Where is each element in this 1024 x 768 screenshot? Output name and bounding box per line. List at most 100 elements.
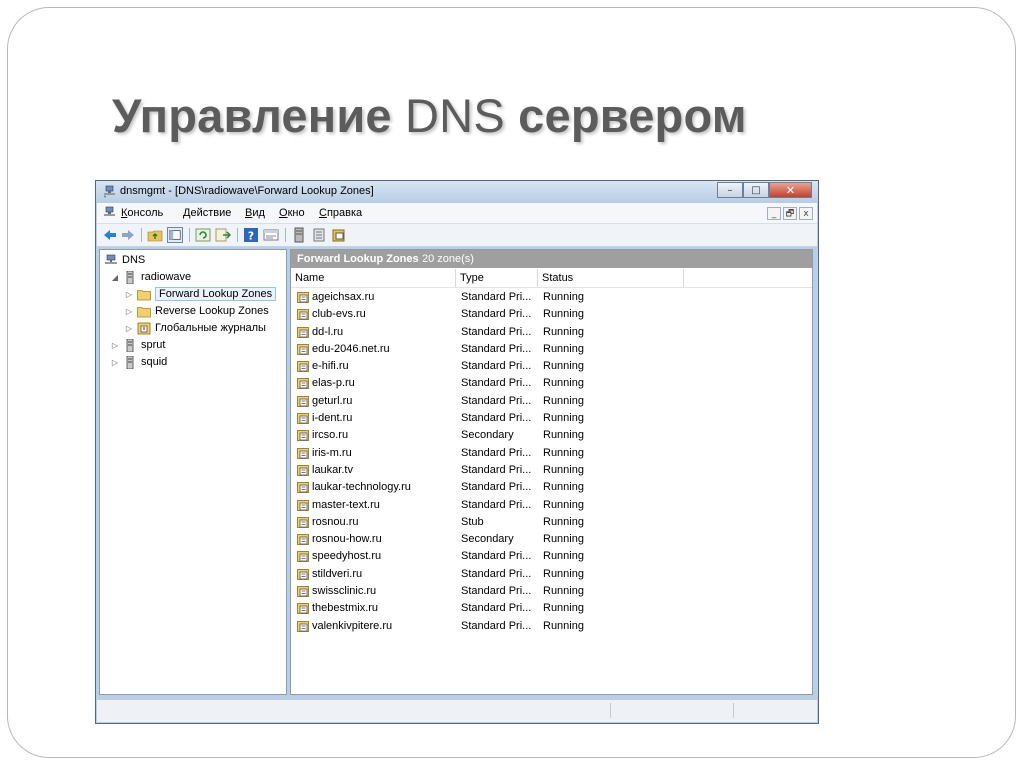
zone-row[interactable]: rosnou-how.ru Secondary Running — [291, 531, 812, 548]
column-header-type[interactable]: Type — [456, 269, 538, 287]
zone-status: Running — [543, 325, 584, 338]
zone-icon — [297, 465, 309, 476]
up-folder-icon[interactable] — [147, 227, 163, 243]
tree-node-reverse-lookup-zones[interactable]: ▷ Reverse Lookup Zones — [124, 303, 269, 319]
show-hide-tree-icon[interactable] — [167, 227, 183, 243]
export-list-icon[interactable] — [215, 227, 231, 243]
zone-type: Standard Pri... — [461, 463, 532, 476]
zone-row[interactable]: laukar.tv Standard Pri... Running — [291, 462, 812, 479]
status-segment — [733, 703, 734, 718]
zone-row[interactable]: ircso.ru Secondary Running — [291, 427, 812, 444]
zone-name: thebestmix.ru — [312, 602, 379, 615]
mmc-document-icon[interactable] — [103, 206, 116, 219]
expand-triangle-icon[interactable]: ▷ — [124, 290, 134, 299]
zone-icon — [297, 551, 309, 563]
zone-icon — [297, 343, 309, 355]
zone-name: i-dent.ru — [312, 412, 353, 425]
zone-name: edu-2046.net.ru — [312, 342, 390, 355]
mdi-minimize-button[interactable]: _ — [767, 207, 781, 220]
minimize-button[interactable]: – — [717, 182, 743, 198]
zone-type: Standard Pri... — [461, 360, 532, 373]
zone-row[interactable]: ageichsax.ru Standard Pri... Running — [291, 289, 812, 306]
mdi-close-button[interactable]: x — [799, 207, 813, 220]
zone-row[interactable]: iris-m.ru Standard Pri... Running — [291, 445, 812, 462]
zone-status: Running — [543, 481, 584, 494]
refresh-icon[interactable] — [195, 227, 211, 243]
zone-icon — [297, 516, 309, 528]
zone-type: Secondary — [461, 429, 514, 442]
zone-icon — [297, 292, 309, 303]
zone-name: speedyhost.ru — [312, 550, 382, 563]
tree-node-server-radiowave[interactable]: ◢ radiowave — [110, 269, 191, 285]
zone-row[interactable]: thebestmix.ru Standard Pri... Running — [291, 600, 812, 617]
tree-node-server-sprut[interactable]: ▷ sprut — [110, 337, 165, 353]
expand-triangle-icon[interactable]: ▷ — [110, 358, 120, 367]
maximize-button[interactable]: □ — [743, 182, 769, 198]
zone-status: Running — [543, 567, 584, 580]
zone-row[interactable]: master-text.ru Standard Pri... Running — [291, 497, 812, 514]
zone-row[interactable]: elas-p.ru Standard Pri... Running — [291, 375, 812, 392]
zone-row[interactable]: e-hifi.ru Standard Pri... Running — [291, 358, 812, 375]
server-icon — [126, 270, 134, 284]
tree-node-server-squid[interactable]: ▷ squid — [110, 354, 167, 370]
zone-record-icon[interactable] — [311, 227, 327, 243]
expand-triangle-icon[interactable]: ▷ — [124, 324, 134, 333]
zone-row[interactable]: rosnou.ru Stub Running — [291, 514, 812, 531]
toolbar-separator — [285, 228, 286, 242]
tree-node-dns[interactable]: DNS — [104, 252, 145, 268]
menu-help[interactable]: Справка — [319, 207, 362, 219]
zone-list: ageichsax.ru Standard Pri... Running club-e… — [291, 289, 812, 635]
expand-triangle-icon[interactable]: ▷ — [110, 341, 120, 350]
zone-name: dd-l.ru — [312, 325, 344, 338]
zone-row[interactable]: i-dent.ru Standard Pri... Running — [291, 410, 812, 427]
toolbar-separator — [237, 228, 238, 242]
zone-status: Running — [543, 550, 584, 563]
zone-row[interactable]: club-evs.ru Standard Pri... Running — [291, 306, 812, 323]
zone-row[interactable]: edu-2046.net.ru Standard Pri... Running — [291, 341, 812, 358]
zone-type: Secondary — [461, 533, 514, 546]
expand-triangle-icon[interactable]: ▷ — [124, 307, 134, 316]
zone-row[interactable]: laukar-technology.ru Standard Pri... Runni… — [291, 479, 812, 496]
new-zone-icon[interactable] — [331, 227, 347, 243]
help-icon[interactable]: ? — [243, 227, 259, 243]
properties-icon[interactable] — [263, 227, 279, 243]
column-header-status[interactable]: Status — [538, 269, 684, 287]
status-bar — [97, 699, 817, 722]
zone-type: Standard Pri... — [461, 550, 532, 563]
zone-row[interactable]: dd-l.ru Standard Pri... Running — [291, 324, 812, 341]
back-arrow-icon[interactable] — [102, 227, 118, 243]
menu-window[interactable]: Окно — [279, 207, 305, 219]
server-icon[interactable] — [291, 227, 307, 243]
zone-type: Standard Pri... — [461, 412, 532, 425]
zone-row[interactable]: stildveri.ru Standard Pri... Running — [291, 566, 812, 583]
zone-status: Running — [543, 308, 584, 321]
zone-row[interactable]: valenkivpitere.ru Standard Pri... Running — [291, 618, 812, 635]
close-button[interactable]: ✕ — [769, 182, 812, 198]
zone-name: laukar.tv — [312, 463, 353, 476]
menu-console[interactable]: Консоль — [121, 207, 163, 219]
zone-status: Running — [543, 291, 584, 303]
menu-view[interactable]: Вид — [245, 207, 265, 219]
zone-row[interactable]: speedyhost.ru Standard Pri... Running — [291, 548, 812, 565]
column-header-name[interactable]: Name — [291, 269, 456, 287]
server-icon — [126, 355, 134, 369]
zone-row[interactable]: geturl.ru Standard Pri... Running — [291, 393, 812, 410]
menu-action[interactable]: Действие — [183, 207, 231, 219]
caption-buttons: – □ ✕ — [717, 182, 812, 199]
zone-name: club-evs.ru — [312, 308, 366, 321]
zone-icon — [297, 568, 309, 580]
tree-label: sprut — [141, 339, 166, 351]
zone-icon — [297, 534, 309, 546]
tree-node-forward-lookup-zones[interactable]: ▷ Forward Lookup Zones — [124, 286, 277, 302]
dns-icon — [105, 254, 117, 264]
tree-label: Reverse Lookup Zones — [155, 305, 269, 317]
zone-name: valenkivpitere.ru — [312, 619, 393, 632]
menu-bar: Консоль Действие Вид Окно Справка _ 🗗 x — [97, 203, 817, 224]
title-bar[interactable]: dnsmgmt - [DNS\radiowave\Forward Lookup … — [96, 181, 818, 203]
zone-name: rosnou-how.ru — [312, 533, 382, 546]
zone-row[interactable]: swissclinic.ru Standard Pri... Running — [291, 583, 812, 600]
tree-node-global-logs[interactable]: ▷ Глобальные журналы — [124, 320, 266, 336]
collapse-triangle-icon[interactable]: ◢ — [110, 273, 120, 282]
forward-arrow-icon[interactable] — [120, 227, 136, 243]
mdi-restore-button[interactable]: 🗗 — [783, 207, 797, 220]
